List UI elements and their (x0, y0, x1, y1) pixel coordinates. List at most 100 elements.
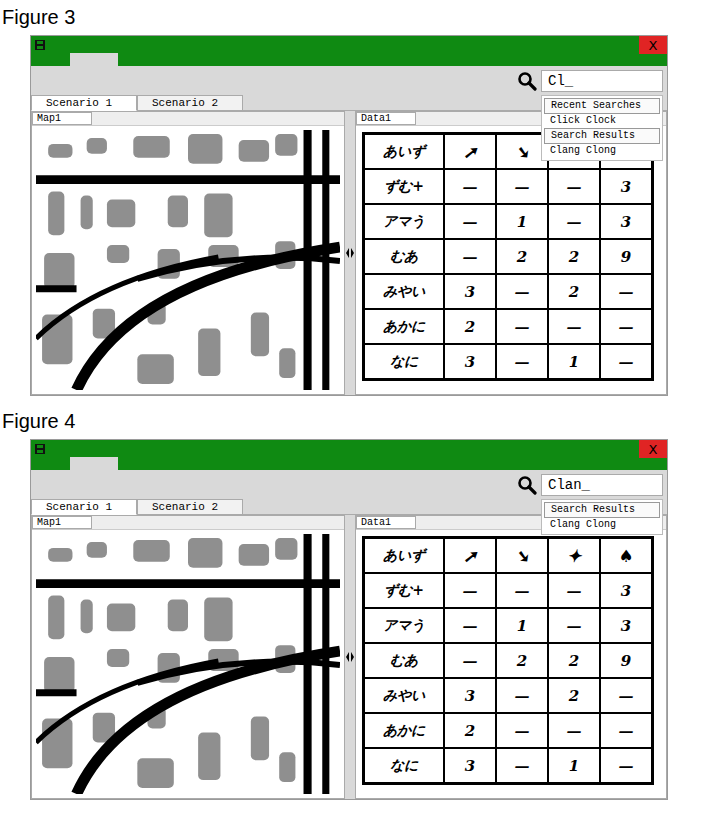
table-cell: — (444, 573, 496, 608)
table-row[interactable]: むあ—229 (364, 643, 653, 678)
scenario-tab[interactable]: Scenario 2 (137, 95, 243, 111)
table-cell: 1 (496, 608, 548, 643)
table-cell: — (548, 309, 600, 344)
table-cell: 2 (496, 239, 548, 274)
dropdown-item[interactable]: Clang Clong (544, 518, 660, 532)
table-cell: — (444, 608, 496, 643)
panes: Map1 Data1 あいず➚➘✦♠ずむ+———3アマう—1—3むあ—229みや… (31, 515, 667, 799)
table-row[interactable]: アマう—1—3 (364, 204, 653, 239)
table-cell: 3 (444, 344, 496, 380)
column-header: ➚ (444, 134, 496, 170)
table-cell: — (600, 748, 653, 784)
save-icon[interactable] (34, 39, 46, 51)
table-cell: 2 (548, 274, 600, 309)
table-row[interactable]: あかに2——— (364, 713, 653, 748)
dropdown-item[interactable]: Click Clock (544, 114, 660, 128)
figure: Figure 4 X Clan_ Search ResultsClang Clo… (0, 410, 711, 800)
table-cell: — (600, 309, 653, 344)
table-cell: — (496, 573, 548, 608)
table-cell: — (496, 344, 548, 380)
table-cell: ずむ+ (364, 169, 445, 204)
data-pane: Data1 あいず➚➘✦♠ずむ+———3アマう—1—3むあ—229みやい3—2—… (355, 515, 667, 799)
map-pane: Map1 (31, 515, 345, 799)
pane-title: Data1 (356, 516, 416, 529)
save-icon[interactable] (34, 443, 46, 455)
data-table: あいず➚➘✦♠ずむ+———3アマう—1—3むあ—229みやい3—2—あかに2——… (362, 132, 654, 381)
data-table: あいず➚➘✦♠ずむ+———3アマう—1—3むあ—229みやい3—2—あかに2——… (362, 536, 654, 785)
table-cell: 1 (548, 344, 600, 380)
table-cell: あかに (364, 713, 445, 748)
table-cell: アマう (364, 608, 445, 643)
pane-title: Data1 (356, 112, 416, 125)
search-dropdown: Search ResultsClang Clong (541, 499, 663, 535)
table-cell: — (496, 748, 548, 784)
table-cell: — (600, 274, 653, 309)
table-row[interactable]: むあ—229 (364, 239, 653, 274)
table-cell: 2 (548, 239, 600, 274)
dropdown-item[interactable]: Clang Clong (544, 144, 660, 158)
page: Figure 3 X Cl_ Recent SearchesClick Cloc… (0, 0, 711, 800)
table-cell: 3 (600, 573, 653, 608)
table-cell: みやい (364, 678, 445, 713)
app-window: X Clan_ Search ResultsClang Clong Scenar… (30, 439, 668, 800)
search-field[interactable]: Cl_ (541, 70, 663, 92)
table-row[interactable]: ずむ+———3 (364, 573, 653, 608)
toolbar: Cl_ Recent SearchesClick ClockSearch Res… (31, 66, 667, 95)
table-cell: — (496, 169, 548, 204)
table-row[interactable]: あかに2——— (364, 309, 653, 344)
table-cell: むあ (364, 643, 445, 678)
table-cell: — (444, 204, 496, 239)
scenario-tab[interactable]: Scenario 1 (31, 95, 137, 111)
scenario-tab[interactable]: Scenario 1 (31, 499, 137, 515)
table-cell: — (444, 643, 496, 678)
splitter-icon[interactable] (346, 650, 354, 664)
pane-title: Map1 (32, 516, 92, 529)
table-cell: 3 (444, 678, 496, 713)
dropdown-header: Search Results (544, 128, 660, 144)
table-cell: 1 (496, 204, 548, 239)
table-cell: なに (364, 748, 445, 784)
column-header: ♠ (600, 538, 653, 574)
column-header: あいず (364, 134, 445, 170)
table-cell: — (444, 169, 496, 204)
dropdown-header: Recent Searches (544, 98, 660, 114)
close-button[interactable]: X (639, 440, 667, 458)
table-row[interactable]: みやい3—2— (364, 678, 653, 713)
search-field[interactable]: Clan_ (541, 474, 663, 496)
table-row[interactable]: なに3—1— (364, 344, 653, 380)
scenario-tab[interactable]: Scenario 2 (137, 499, 243, 515)
table-cell: — (548, 573, 600, 608)
table-row[interactable]: みやい3—2— (364, 274, 653, 309)
table-cell: みやい (364, 274, 445, 309)
toolbar: Clan_ Search ResultsClang Clong (31, 470, 667, 499)
app-window: X Cl_ Recent SearchesClick ClockSearch R… (30, 35, 668, 396)
title-notch (70, 457, 118, 470)
table-cell: — (444, 239, 496, 274)
table-cell: アマう (364, 204, 445, 239)
map-canvas[interactable] (36, 534, 340, 794)
column-header: ➘ (496, 538, 548, 574)
table-cell: むあ (364, 239, 445, 274)
title-bar: X (31, 440, 667, 470)
table-cell: — (600, 344, 653, 380)
table-cell: — (600, 713, 653, 748)
table-cell: 2 (496, 643, 548, 678)
splitter-icon[interactable] (346, 246, 354, 260)
table-cell: 9 (600, 643, 653, 678)
table-cell: — (496, 713, 548, 748)
table-row[interactable]: ずむ+———3 (364, 169, 653, 204)
table-row[interactable]: アマう—1—3 (364, 608, 653, 643)
search-icon[interactable] (517, 71, 537, 91)
table-cell: — (496, 309, 548, 344)
title-notch (70, 53, 118, 66)
map-pane: Map1 (31, 111, 345, 395)
figure-caption: Figure 3 (0, 6, 711, 29)
title-bar: X (31, 36, 667, 66)
close-button[interactable]: X (639, 36, 667, 54)
search-icon[interactable] (517, 475, 537, 495)
table-cell: 9 (600, 239, 653, 274)
table-row[interactable]: なに3—1— (364, 748, 653, 784)
table-cell: — (548, 204, 600, 239)
table-cell: 2 (548, 643, 600, 678)
map-canvas[interactable] (36, 130, 340, 390)
